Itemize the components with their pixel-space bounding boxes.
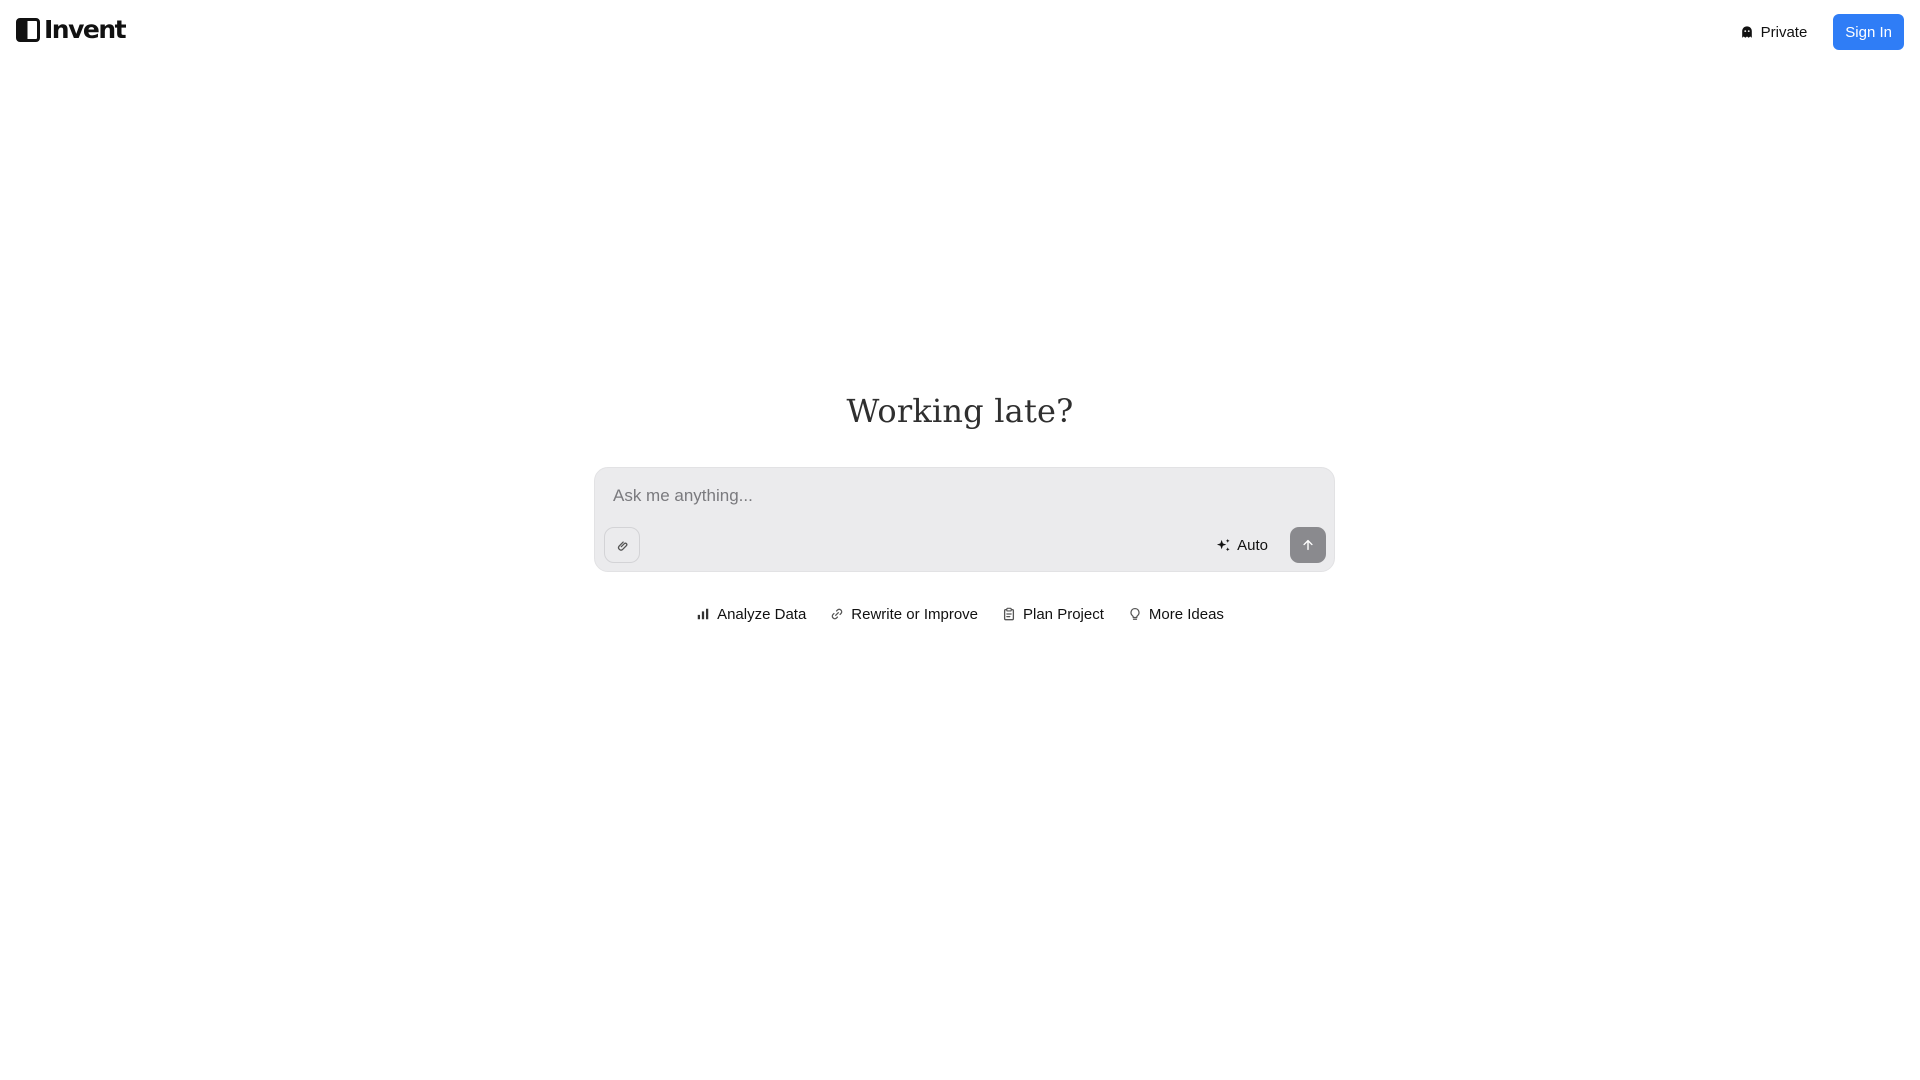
- logo-text: Invent: [44, 15, 127, 44]
- sign-in-button[interactable]: Sign In: [1833, 14, 1904, 50]
- logo[interactable]: Invent: [16, 15, 127, 44]
- suggestion-more-ideas[interactable]: More Ideas: [1118, 598, 1234, 630]
- send-button[interactable]: [1290, 527, 1326, 563]
- private-mode-button[interactable]: Private: [1732, 14, 1816, 50]
- paperclip-icon: [617, 540, 627, 551]
- clipboard-icon: [1003, 607, 1015, 621]
- model-selector-button[interactable]: Auto: [1208, 527, 1276, 563]
- logo-mark-icon: [16, 18, 40, 42]
- chat-composer: Auto: [594, 467, 1335, 572]
- prompt-input[interactable]: [611, 482, 1311, 510]
- attach-button[interactable]: [604, 527, 640, 563]
- suggestion-chips: Analyze Data Rewrite or Improve Plan Pro…: [0, 598, 1920, 630]
- arrow-up-icon: [1303, 539, 1313, 551]
- suggestion-label: More Ideas: [1148, 605, 1224, 623]
- model-label: Auto: [1237, 536, 1268, 554]
- ghost-icon: [1741, 26, 1752, 38]
- suggestion-label: Analyze Data: [717, 605, 807, 623]
- sparkles-icon: [1217, 538, 1230, 551]
- suggestion-plan-project[interactable]: Plan Project: [992, 598, 1114, 630]
- lightbulb-icon: [1130, 607, 1140, 620]
- suggestion-label: Plan Project: [1023, 605, 1104, 623]
- private-label: Private: [1760, 23, 1808, 41]
- top-bar: Invent Private Sign In: [0, 0, 1920, 64]
- header-actions: Private Sign In: [1732, 14, 1904, 50]
- suggestion-label: Rewrite or Improve: [851, 605, 978, 623]
- link-icon: [832, 608, 843, 620]
- bar-chart-icon: [697, 608, 709, 620]
- suggestion-analyze-data[interactable]: Analyze Data: [686, 598, 816, 630]
- page-title: Working late?: [846, 392, 1074, 430]
- suggestion-rewrite-or-improve[interactable]: Rewrite or Improve: [820, 598, 988, 630]
